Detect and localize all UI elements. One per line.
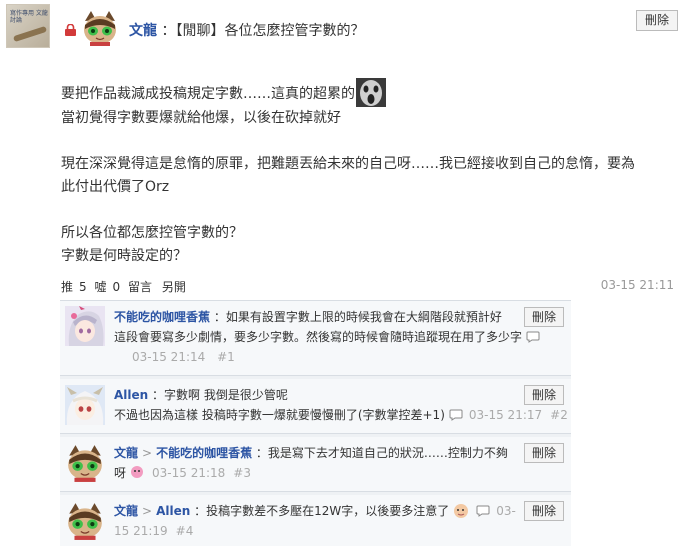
reply-content: 文龍 > Allen ：投稿字數差不多壓在12W字，以後要多注意了 03- 15 21… — [114, 501, 534, 541]
reply-target-link[interactable]: Allen — [156, 504, 190, 518]
reply-line: 呀 03-15 21:18 #3 — [114, 463, 534, 483]
delete-reply-button[interactable]: 刪除 — [524, 385, 564, 405]
reply-item: 不能吃的咖哩香蕉 ：如果有設置字數上限的時候我會在大綱階段就預計好 這段會要寫多… — [60, 301, 571, 376]
reply-timestamp: 03-15 21:17 — [468, 408, 543, 422]
post-body-line: 要把作品裁減成投稿規定字數……這真的超累的 — [61, 78, 683, 107]
reply-timestamp: 03-15 21:14 — [132, 350, 206, 364]
reply-list: 不能吃的咖哩香蕉 ：如果有設置字數上限的時候我會在大綱階段就預計好 這段會要寫多… — [60, 300, 571, 546]
board-thumbnail[interactable]: 寫作專用 文龍 討論 — [6, 4, 50, 48]
reply-content: 文龍 > 不能吃的咖哩香蕉 ：我是寫下去才知道自己的狀況……控制力不夠 呀 03-15… — [114, 443, 534, 483]
post-body: 要把作品裁減成投稿規定字數……這真的超累的 當初覺得字數要爆就給他爆，以後在砍掉… — [61, 78, 683, 268]
post-body-line6: 字數是何時設定的？ — [61, 248, 187, 264]
reply-line: 文龍 > 不能吃的咖哩香蕉 ：我是寫下去才知道自己的狀況……控制力不夠 — [114, 443, 534, 463]
reply-text-line1: ：投稿字數差不多壓在12W字，以後要多注意了 — [194, 504, 450, 518]
post-action-bar: 推5 噓0 留言 另開 03-15 21:11 — [61, 278, 681, 296]
reply-line: 15 21:19 #4 — [114, 521, 534, 541]
post-title: 【閒聊】各位怎麼控管字數的？ — [175, 23, 365, 39]
reply-avatar[interactable] — [65, 306, 105, 346]
reply-line: Allen ：字數啊 我倒是很少管呢 — [114, 385, 534, 405]
reply-line: 這段會要寫多少劇情，要多少字數。然後寫的時候會隨時追蹤現在用了多少字 — [114, 327, 540, 347]
reply-author-link[interactable]: 文龍 — [114, 504, 138, 518]
reply-content: 不能吃的咖哩香蕉 ：如果有設置字數上限的時候我會在大綱階段就預計好 這段會要寫多… — [114, 307, 540, 367]
reply-to-arrow: > — [142, 446, 153, 460]
reply-item: 文龍 > 不能吃的咖哩香蕉 ：我是寫下去才知道自己的狀況……控制力不夠 呀 03-15… — [60, 437, 571, 492]
post-author-link[interactable]: 文龍 — [129, 23, 157, 39]
post-title-sep: ： — [161, 23, 176, 39]
reply-index[interactable]: #4 — [176, 524, 194, 538]
reply-text-line2: 這段會要寫多少劇情，要多少字數。然後寫的時候會隨時追蹤現在用了多少字 — [114, 330, 523, 344]
delete-post-button[interactable]: 刪除 — [636, 10, 678, 31]
reply-author-link[interactable]: 文龍 — [114, 446, 138, 460]
reply-author-link[interactable]: Allen — [114, 388, 148, 402]
post-body-line4: 此付出代價了Orz — [61, 179, 170, 195]
push-count: 5 — [79, 280, 87, 294]
board-thumbnail-text: 寫作專用 文龍 討論 — [10, 10, 48, 24]
reply-meta: 03-15 21:14 #1 — [114, 347, 534, 367]
reply-text-line1: ：我是寫下去才知道自己的狀況……控制力不夠 — [255, 446, 508, 460]
reply-text-line2: 呀 — [114, 466, 127, 480]
delete-reply-button[interactable]: 刪除 — [524, 443, 564, 463]
reply-text-line2: 不過也因為這樣 投稿時字數一爆就要慢慢刪了(字數掌控差+1) — [114, 408, 445, 422]
reply-timestamp-part1: 03- — [496, 504, 516, 518]
reply-index[interactable]: #2 — [550, 408, 568, 422]
reply-item: 文龍 > Allen ：投稿字數差不多壓在12W字，以後要多注意了 03- 15 21… — [60, 495, 571, 546]
reply-comment-icon[interactable] — [526, 331, 540, 343]
pink-emoji-icon — [131, 466, 144, 478]
reply-to-arrow: > — [142, 504, 153, 518]
reply-comment-icon[interactable] — [476, 505, 490, 517]
reply-text-line1: ：字數啊 我倒是很少管呢 — [152, 388, 288, 402]
reply-line: 文龍 > Allen ：投稿字數差不多壓在12W字，以後要多注意了 03- — [114, 501, 534, 521]
scream-emoji-icon — [356, 78, 386, 107]
reply-text-line1: ：如果有設置字數上限的時候我會在大綱階段就預計好 — [213, 310, 502, 324]
reply-index[interactable]: #3 — [233, 466, 251, 480]
reply-avatar[interactable] — [65, 385, 105, 425]
boo-count: 0 — [112, 280, 121, 294]
post-title-row: 文龍 ：【閒聊】各位怎麼控管字數的？ — [129, 20, 364, 40]
lock-icon — [65, 24, 76, 36]
delete-reply-button[interactable]: 刪除 — [524, 307, 564, 327]
reply-comment-icon[interactable] — [449, 409, 463, 421]
post-body-line5: 所以各位都怎麼控管字數的？ — [61, 225, 243, 241]
open-new-button[interactable]: 另開 — [162, 278, 186, 295]
pen-icon — [12, 25, 48, 43]
reply-line: 不能吃的咖哩香蕉 ：如果有設置字數上限的時候我會在大綱階段就預計好 — [114, 307, 534, 327]
reply-button[interactable]: 留言 — [128, 278, 152, 295]
post-header: 寫作專用 文龍 討論 文龍 ：【閒聊】各位怎麼控管字數的？ 刪除 — [0, 0, 689, 60]
post-body-line1: 要把作品裁減成投稿規定字數……這真的超累的 — [61, 86, 355, 102]
post-body-line3: 現在深深覺得這是怠惰的原罪，把難題丟給未來的自己呀……我已經接收到自己的怠惰，要… — [61, 156, 635, 172]
reply-timestamp-part2: 15 21:19 — [114, 524, 168, 538]
delete-reply-button[interactable]: 刪除 — [524, 501, 564, 521]
reply-timestamp: 03-15 21:18 — [152, 466, 226, 480]
thumbs-emoji-icon — [454, 504, 469, 518]
reply-line: 不過也因為這樣 投稿時字數一爆就要慢慢刪了(字數掌控差+1) 03-15 21:1… — [114, 405, 568, 425]
reply-target-link[interactable]: 不能吃的咖哩香蕉 — [156, 446, 252, 460]
boo-button[interactable]: 噓 — [94, 278, 106, 295]
reply-index[interactable]: #1 — [217, 350, 235, 364]
reply-content: Allen ：字數啊 我倒是很少管呢 不過也因為這樣 投稿時字數一爆就要慢慢刪了… — [114, 385, 568, 425]
reply-item: Allen ：字數啊 我倒是很少管呢 不過也因為這樣 投稿時字數一爆就要慢慢刪了… — [60, 379, 571, 434]
post-timestamp: 03-15 21:11 — [600, 278, 674, 292]
push-button[interactable]: 推 — [61, 278, 73, 295]
post-body-line2: 當初覺得字數要爆就給他爆，以後在砍掉就好 — [61, 110, 341, 126]
reply-avatar[interactable] — [65, 501, 105, 541]
reply-author-link[interactable]: 不能吃的咖哩香蕉 — [114, 310, 210, 324]
reply-avatar[interactable] — [65, 443, 105, 483]
author-avatar[interactable] — [81, 9, 119, 47]
